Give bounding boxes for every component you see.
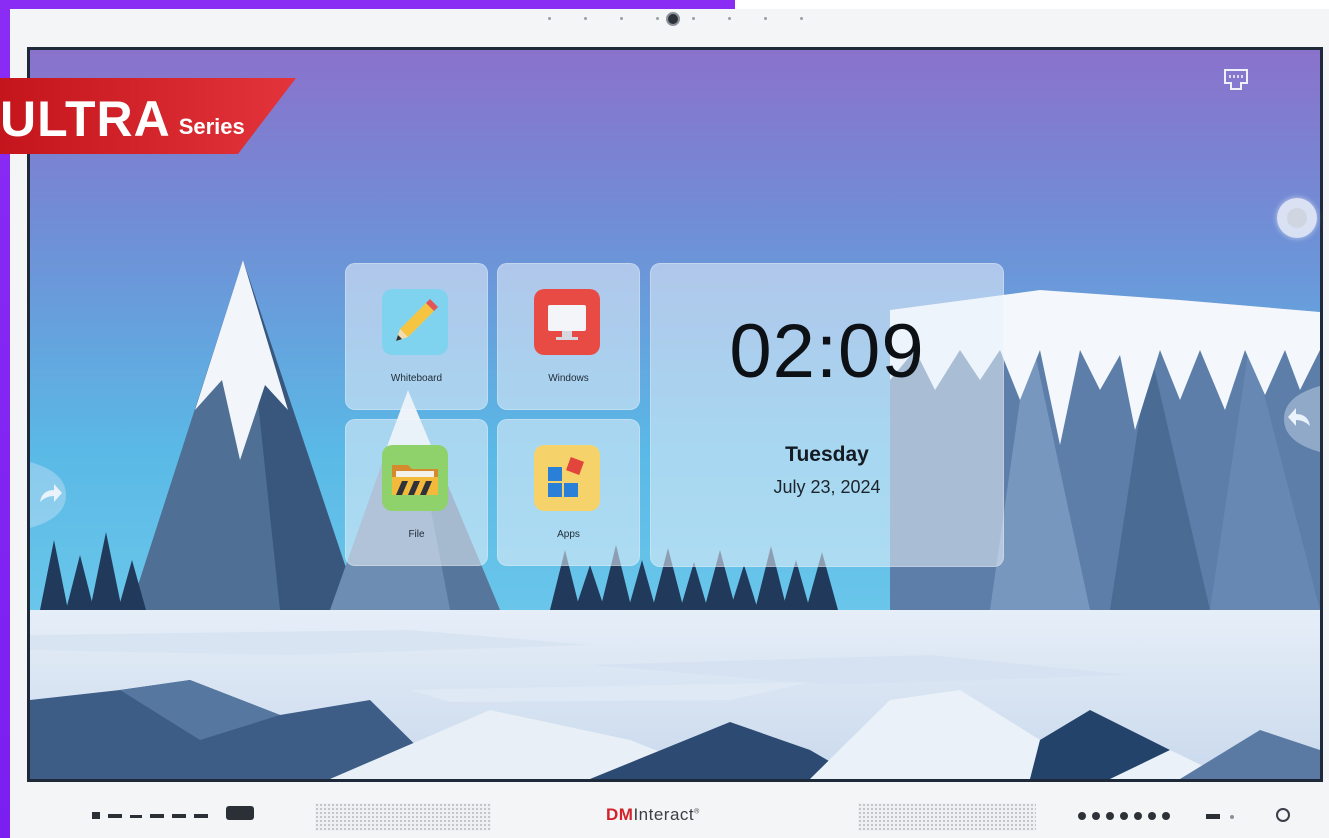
speaker-grille-right: [858, 803, 1036, 831]
apps-icon: [534, 445, 600, 511]
usb-port: [92, 812, 100, 819]
speaker-grille-left: [315, 803, 491, 831]
clock-day: Tuesday: [785, 443, 869, 466]
front-button[interactable]: [1078, 812, 1086, 820]
clock-widget: 02:09 Tuesday July 23, 2024: [650, 263, 1004, 567]
port: [130, 815, 142, 818]
network-icon[interactable]: [1222, 68, 1250, 92]
hdmi-port: [226, 806, 254, 820]
tile-windows[interactable]: Windows: [497, 263, 640, 410]
mic-dot: [548, 17, 551, 20]
port: [172, 814, 186, 818]
tile-label: Apps: [557, 529, 580, 540]
badge-text: ULTRA Series: [0, 83, 245, 147]
port: [194, 814, 208, 818]
mic-dot: [656, 17, 659, 20]
front-button[interactable]: [1120, 812, 1128, 820]
tile-whiteboard[interactable]: Whiteboard: [345, 263, 488, 410]
mic-dot: [620, 17, 623, 20]
tile-label: Whiteboard: [390, 373, 443, 384]
side-forward-button[interactable]: [30, 462, 66, 528]
port: [108, 814, 122, 818]
mic-dot: [692, 17, 695, 20]
badge-main: ULTRA: [0, 91, 171, 147]
power-button-icon[interactable]: [1276, 808, 1290, 822]
camera-icon: [666, 12, 680, 26]
purple-edge-top: [0, 0, 735, 9]
monitor-icon: [534, 289, 600, 355]
sensor: [1206, 814, 1220, 819]
floating-menu-button[interactable]: [1277, 198, 1317, 238]
mic-dot: [764, 17, 767, 20]
indicator-led: [1230, 815, 1234, 819]
tile-label: Windows: [548, 373, 589, 384]
camera-bar: [540, 12, 820, 26]
front-button[interactable]: [1134, 812, 1142, 820]
front-button[interactable]: [1162, 812, 1170, 820]
clock-time: 02:09: [729, 309, 925, 394]
port: [150, 814, 164, 818]
tile-apps[interactable]: Apps: [497, 419, 640, 566]
front-button[interactable]: [1106, 812, 1114, 820]
mic-dot: [800, 17, 803, 20]
side-back-button[interactable]: [1284, 386, 1320, 452]
tile-label: File: [408, 529, 425, 540]
folder-icon: [382, 445, 448, 511]
brand-logo: DMInteract®: [606, 805, 700, 824]
mic-dot: [584, 17, 587, 20]
front-button[interactable]: [1148, 812, 1156, 820]
pencil-icon: [382, 289, 448, 355]
clock-date: July 23, 2024: [773, 477, 881, 497]
front-button[interactable]: [1092, 812, 1100, 820]
badge-sub: Series: [178, 114, 245, 139]
mic-dot: [728, 17, 731, 20]
tile-file[interactable]: File: [345, 419, 488, 566]
